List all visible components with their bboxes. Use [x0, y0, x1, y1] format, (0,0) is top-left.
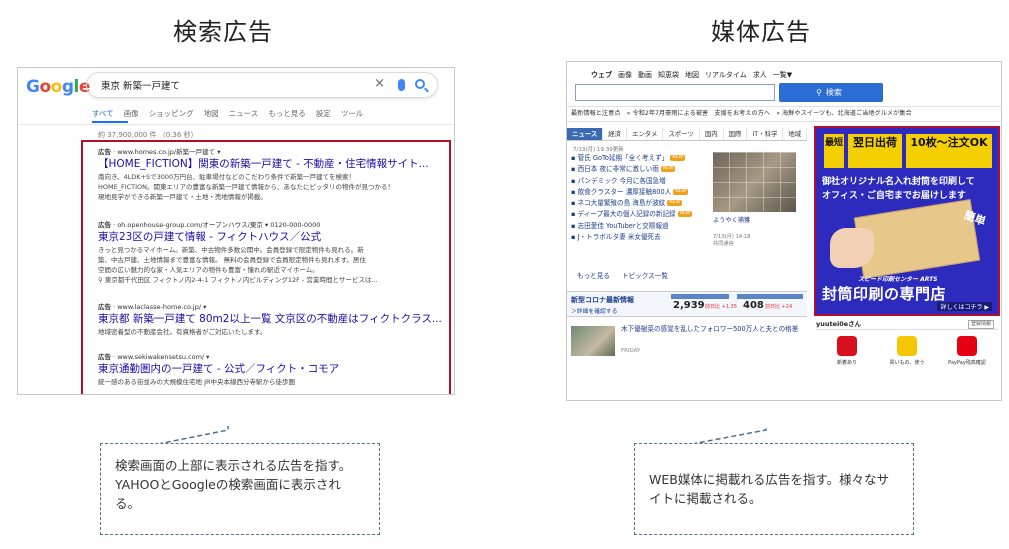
- tab-news[interactable]: ニュース: [567, 128, 604, 140]
- paypay-icon: [957, 336, 977, 356]
- search-button-label: 検索: [825, 88, 842, 97]
- service-label: 買いもの、使う: [889, 360, 925, 366]
- user-name[interactable]: yuutei0eさん: [816, 320, 861, 328]
- user-bar: yuutei0eさん 登録情報: [816, 318, 998, 330]
- display-ads-heading: 媒体広告: [711, 18, 811, 46]
- service-paypay[interactable]: PayPay残高確認: [939, 334, 995, 372]
- story-thumbnail: [571, 326, 615, 356]
- nav-jobs[interactable]: 求人: [753, 70, 767, 80]
- search-ads-callout: 検索画面の上部に表示される広告を指す。YAHOOとGoogleの検索画面に表示さ…: [100, 443, 380, 535]
- news-item[interactable]: ▪ J・トラボルタ妻 米女優死去: [571, 232, 692, 243]
- register-info-button[interactable]: 登録情報: [967, 320, 994, 329]
- news-headline[interactable]: 菅氏 GoTo延期「全く考えず」: [578, 154, 669, 162]
- news-headline[interactable]: J・トラボルタ妻 米女優死去: [578, 233, 661, 241]
- photo-caption[interactable]: ようやく捕獲: [713, 216, 750, 225]
- right-callout-leader: [691, 426, 767, 445]
- news-headline[interactable]: ネコ大量繁殖の島 海島が波紋: [578, 199, 666, 207]
- covid-number: 2,939: [673, 300, 705, 311]
- new-badge: NEW: [670, 155, 685, 161]
- new-badge: NEW: [660, 166, 676, 173]
- yahoo-search-nav: ウェブ 画像 動画 知恵袋 地図 リアルタイム 求人 一覧▼: [591, 70, 792, 80]
- tab-it-science[interactable]: IT・科学: [747, 128, 784, 140]
- covid-delta: 前日比 +24: [765, 304, 793, 310]
- news-headline[interactable]: パンデミック 今月に各国急増: [578, 177, 666, 185]
- new-badge: NEW: [673, 188, 688, 195]
- topics-list-link[interactable]: トピックス一覧: [622, 270, 668, 280]
- tab-international[interactable]: 国際: [724, 128, 748, 140]
- news-headline[interactable]: 西日本 夜に非常に激しい雨: [578, 165, 659, 173]
- photo-date: 7/13(月) 14:18: [713, 234, 751, 240]
- new-badge: NEW: [677, 211, 693, 218]
- tab-domestic[interactable]: 国内: [700, 128, 724, 140]
- photo-source: 共同通信: [713, 241, 734, 247]
- news-item[interactable]: ▪ ディープ最大の個人記録の新記録 NEW: [571, 209, 693, 220]
- covid-detail-link[interactable]: ＞詳細を確認する: [571, 306, 617, 315]
- covid-delta: 前日比 +1,35: [705, 304, 737, 310]
- news-item[interactable]: ▪ パンデミック 今月に各国急増: [571, 176, 692, 187]
- news-updated: 7/13(月) 19:39更新: [573, 147, 624, 153]
- service-label: PayPay残高確認: [948, 360, 986, 366]
- news-photo[interactable]: [713, 152, 796, 212]
- news-item[interactable]: ▪ ネコ大量繁殖の島 海島が波紋 NEW: [571, 198, 692, 209]
- tab-local[interactable]: 地域: [783, 128, 808, 140]
- covid-title: 新型コロナ最新情報: [571, 296, 634, 304]
- service-mail[interactable]: 新着あり: [819, 334, 875, 372]
- tab-economy[interactable]: 経済: [603, 128, 628, 140]
- nav-chiebukuro[interactable]: 知恵袋: [658, 70, 679, 80]
- tab-sports[interactable]: スポーツ: [663, 128, 700, 140]
- mail-icon: [837, 336, 857, 356]
- service-label: 新着あり: [836, 360, 857, 366]
- covid-bar: [671, 294, 729, 299]
- featured-story[interactable]: 木下優樹菜の感覚を乱したフォロワー500万人と夫との格差 FRIDAY: [567, 320, 807, 370]
- tab-entertainment[interactable]: エンタメ: [627, 128, 664, 140]
- info-strip[interactable]: 最新情報と注意点 » 令和2年7月豪雨による被害 支援をお考えの方へ » 海鮮や…: [567, 106, 1001, 122]
- display-ad-highlight-box: [814, 126, 1000, 316]
- nav-video[interactable]: 動画: [638, 70, 652, 80]
- comparison-diagram: 検索広告 Google 東京 新築一戸建て × すべて 画像 ショッピング 地図…: [0, 0, 1009, 549]
- nav-images[interactable]: 画像: [618, 70, 632, 80]
- more-link[interactable]: もっと見る: [577, 270, 610, 280]
- tpoint-icon: [897, 336, 917, 356]
- left-callout-leader: [157, 426, 229, 445]
- news-item[interactable]: ▪ 飲食クラスター 濃厚接触800人 NEW: [571, 187, 692, 198]
- story-title[interactable]: 木下優樹菜の感覚を乱したフォロワー500万人と夫との格差: [621, 325, 801, 335]
- service-tpoint[interactable]: 買いもの、使う: [879, 334, 935, 372]
- photo-meta: 7/13(月) 14:18 共同通信: [713, 234, 750, 248]
- news-more-links: もっと見る トピックス一覧: [577, 270, 668, 280]
- news-list: ▪ 菅氏 GoTo延期「全く考えず」 NEW ▪ 西日本 夜に非常に激しい雨 NEW…: [571, 153, 693, 243]
- news-tabs: ニュース 経済 エンタメ スポーツ 国内 国際 IT・科学 地域: [567, 128, 808, 141]
- news-headline[interactable]: 飲食クラスター 濃厚接触800人: [578, 188, 672, 196]
- news-item[interactable]: ▪ 志田愛佳 YouTuberと交際報道: [571, 221, 692, 232]
- covid-bar: [737, 294, 803, 299]
- nav-maps[interactable]: 地図: [685, 70, 699, 80]
- search-icon: ⚲: [816, 88, 822, 97]
- covid-number: 408: [743, 300, 764, 311]
- news-item[interactable]: ▪ 菅氏 GoTo延期「全く考えず」 NEW: [571, 153, 692, 164]
- news-item[interactable]: ▪ 西日本 夜に非常に激しい雨 NEW: [571, 164, 692, 175]
- yahoo-portal-screenshot: ウェブ 画像 動画 知恵袋 地図 リアルタイム 求人 一覧▼ ⚲ 検索 最新情報と…: [566, 61, 1002, 401]
- yahoo-search-input[interactable]: [575, 84, 775, 101]
- display-ads-callout: WEB媒体に掲載れる広告を指す。様々なサイトに掲載される。: [634, 443, 914, 535]
- nav-realtime[interactable]: リアルタイム: [705, 70, 747, 80]
- nav-list[interactable]: 一覧▼: [773, 70, 792, 80]
- yahoo-search-button[interactable]: ⚲ 検索: [779, 83, 883, 102]
- new-badge: NEW: [667, 200, 682, 207]
- news-headline[interactable]: 志田愛佳 YouTuberと交際報道: [578, 222, 669, 230]
- covid-info-bar[interactable]: 新型コロナ最新情報 ＞詳細を確認する 2,939 前日比 +1,35 408 前…: [567, 291, 807, 317]
- news-headline[interactable]: ディープ最大の個人記録の新記録: [578, 210, 676, 218]
- nav-web[interactable]: ウェブ: [591, 70, 612, 80]
- story-source: FRIDAY: [621, 348, 641, 354]
